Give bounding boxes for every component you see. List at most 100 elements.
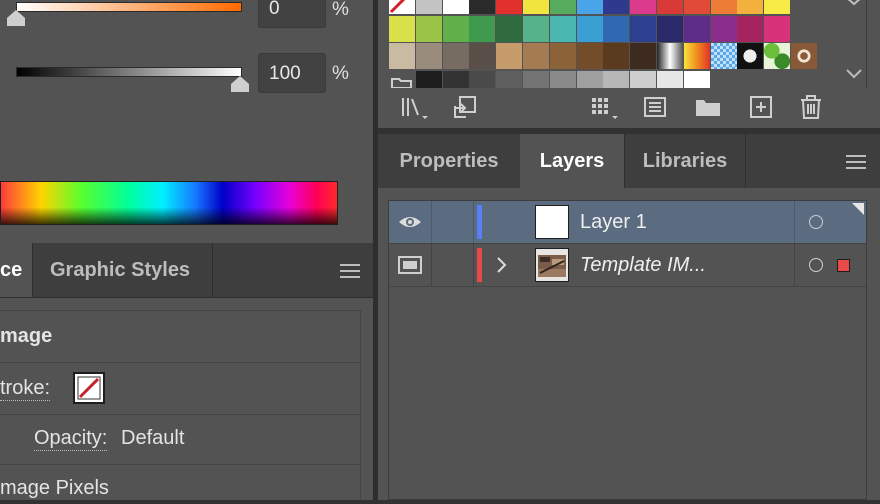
- swatch-cell[interactable]: [550, 43, 576, 69]
- swatch-cell[interactable]: [469, 43, 495, 69]
- tab-libraries[interactable]: Libraries: [625, 134, 745, 188]
- swatch-cell[interactable]: [577, 43, 603, 69]
- swatch-cell[interactable]: [684, 0, 710, 14]
- template-layer-name[interactable]: Template IM...: [580, 244, 706, 286]
- swatch-cell[interactable]: [550, 71, 576, 88]
- swatch-cell[interactable]: [416, 16, 442, 42]
- stroke-label[interactable]: troke:: [0, 377, 51, 401]
- swatch-cell[interactable]: [523, 43, 549, 69]
- stroke-none-swatch-icon[interactable]: [73, 372, 105, 404]
- tab-graphic-styles-label: Graphic Styles: [50, 259, 191, 281]
- layer-row-template[interactable]: Template IM...: [389, 244, 866, 287]
- swatch-cell[interactable]: [550, 0, 576, 14]
- swatch-cell[interactable]: [684, 16, 710, 42]
- color-spectrum[interactable]: [0, 181, 338, 225]
- swatch-libraries-menu-icon[interactable]: [400, 94, 428, 120]
- tint-slider-track[interactable]: [16, 2, 242, 12]
- swatch-cell[interactable]: [389, 43, 415, 69]
- opacity-label[interactable]: Opacity:: [34, 427, 108, 451]
- swatch-cell[interactable]: [496, 0, 522, 14]
- eye-visibility-icon[interactable]: [397, 212, 423, 237]
- swatch-cell[interactable]: [577, 16, 603, 42]
- new-color-group-folder-icon[interactable]: [694, 94, 720, 120]
- swatch-cell[interactable]: [764, 16, 790, 42]
- swatch-cell[interactable]: [630, 0, 656, 14]
- chevron-right-icon[interactable]: [495, 256, 509, 279]
- swatch-cell[interactable]: [711, 16, 737, 42]
- swatch-cell[interactable]: [443, 43, 469, 69]
- appearance-row-opacity[interactable]: Opacity: Default: [0, 414, 360, 465]
- swatch-cell[interactable]: [737, 43, 763, 69]
- swatch-options-icon[interactable]: [642, 94, 668, 120]
- swatch-cell[interactable]: [416, 71, 442, 88]
- swatch-cell[interactable]: [443, 71, 469, 88]
- swatch-cell[interactable]: [523, 16, 549, 42]
- appearance-row-object[interactable]: mage: [0, 310, 360, 363]
- swatch-cell[interactable]: [577, 0, 603, 14]
- swatch-cell[interactable]: [469, 16, 495, 42]
- swatch-cell[interactable]: [443, 16, 469, 42]
- template-target-icon[interactable]: [809, 258, 823, 272]
- template-visibility-icon[interactable]: [398, 256, 422, 279]
- swatch-cell[interactable]: [496, 71, 522, 88]
- swatch-grid: [389, 0, 838, 89]
- swatch-cell[interactable]: [737, 16, 763, 42]
- swatch-cell[interactable]: [711, 0, 737, 14]
- layer-1-name[interactable]: Layer 1: [580, 201, 647, 243]
- swatch-cell[interactable]: [469, 0, 495, 14]
- place-swatches-icon[interactable]: [452, 94, 478, 120]
- swatch-cell[interactable]: [577, 71, 603, 88]
- swatch-cell[interactable]: [416, 43, 442, 69]
- layers-tab-bar: Properties Layers Libraries: [378, 134, 880, 189]
- tab-graphic-styles[interactable]: Graphic Styles: [50, 243, 190, 297]
- swatch-cell[interactable]: [657, 16, 683, 42]
- cell-divider: [431, 201, 432, 243]
- swatch-cell[interactable]: [523, 71, 549, 88]
- swatch-cell[interactable]: [764, 43, 790, 69]
- layer-1-target-icon[interactable]: [809, 215, 823, 229]
- swatch-cell[interactable]: [496, 43, 522, 69]
- color-group-folder-icon[interactable]: [389, 71, 415, 89]
- layers-panel-menu-icon[interactable]: [846, 155, 866, 169]
- swatch-cell[interactable]: [603, 16, 629, 42]
- tab-layers[interactable]: Layers: [520, 134, 624, 188]
- swatch-cell[interactable]: [630, 43, 656, 69]
- opacity-value-field[interactable]: 100: [258, 53, 326, 93]
- swatch-cell[interactable]: [657, 71, 683, 88]
- swatch-cell[interactable]: [603, 71, 629, 88]
- tab-properties[interactable]: Properties: [378, 134, 520, 188]
- swatch-cell[interactable]: [603, 0, 629, 14]
- swatch-cell[interactable]: [443, 0, 469, 14]
- swatch-cell[interactable]: [684, 43, 710, 69]
- appearance-row-effect[interactable]: mage Pixels: [0, 464, 360, 504]
- swatch-cell[interactable]: [657, 0, 683, 14]
- swatch-cell[interactable]: [603, 43, 629, 69]
- tab-appearance[interactable]: ce: [0, 243, 32, 297]
- swatch-cell[interactable]: [764, 0, 790, 14]
- swatch-cell[interactable]: [469, 71, 495, 88]
- swatch-cell[interactable]: [737, 0, 763, 14]
- swatch-cell[interactable]: [630, 71, 656, 88]
- swatch-cell[interactable]: [416, 0, 442, 14]
- show-swatch-kinds-icon[interactable]: [589, 94, 618, 120]
- tint-value-field[interactable]: 0: [258, 0, 326, 28]
- tab-appearance-label: ce: [0, 259, 23, 281]
- swatch-cell[interactable]: [791, 43, 817, 69]
- swatch-cell[interactable]: [711, 43, 737, 69]
- swatch-cell[interactable]: [389, 16, 415, 42]
- template-selection-color-icon[interactable]: [837, 259, 850, 272]
- appearance-panel-menu-icon[interactable]: [340, 264, 360, 278]
- layer-row-layer-1[interactable]: Layer 1: [389, 201, 866, 244]
- swatch-cell[interactable]: [630, 16, 656, 42]
- swatch-cell[interactable]: [496, 16, 522, 42]
- swatch-cell[interactable]: [523, 0, 549, 14]
- swatch-cell[interactable]: [657, 43, 683, 69]
- new-swatch-icon[interactable]: [748, 94, 774, 120]
- swatch-scrollbar[interactable]: [841, 0, 867, 88]
- delete-swatch-trash-icon[interactable]: [798, 94, 824, 120]
- swatch-cell[interactable]: [684, 71, 710, 88]
- swatch-cell[interactable]: [550, 16, 576, 42]
- appearance-row-stroke[interactable]: troke:: [0, 362, 360, 415]
- opacity-slider-track[interactable]: [16, 67, 242, 77]
- none-swatch-icon[interactable]: [389, 0, 415, 14]
